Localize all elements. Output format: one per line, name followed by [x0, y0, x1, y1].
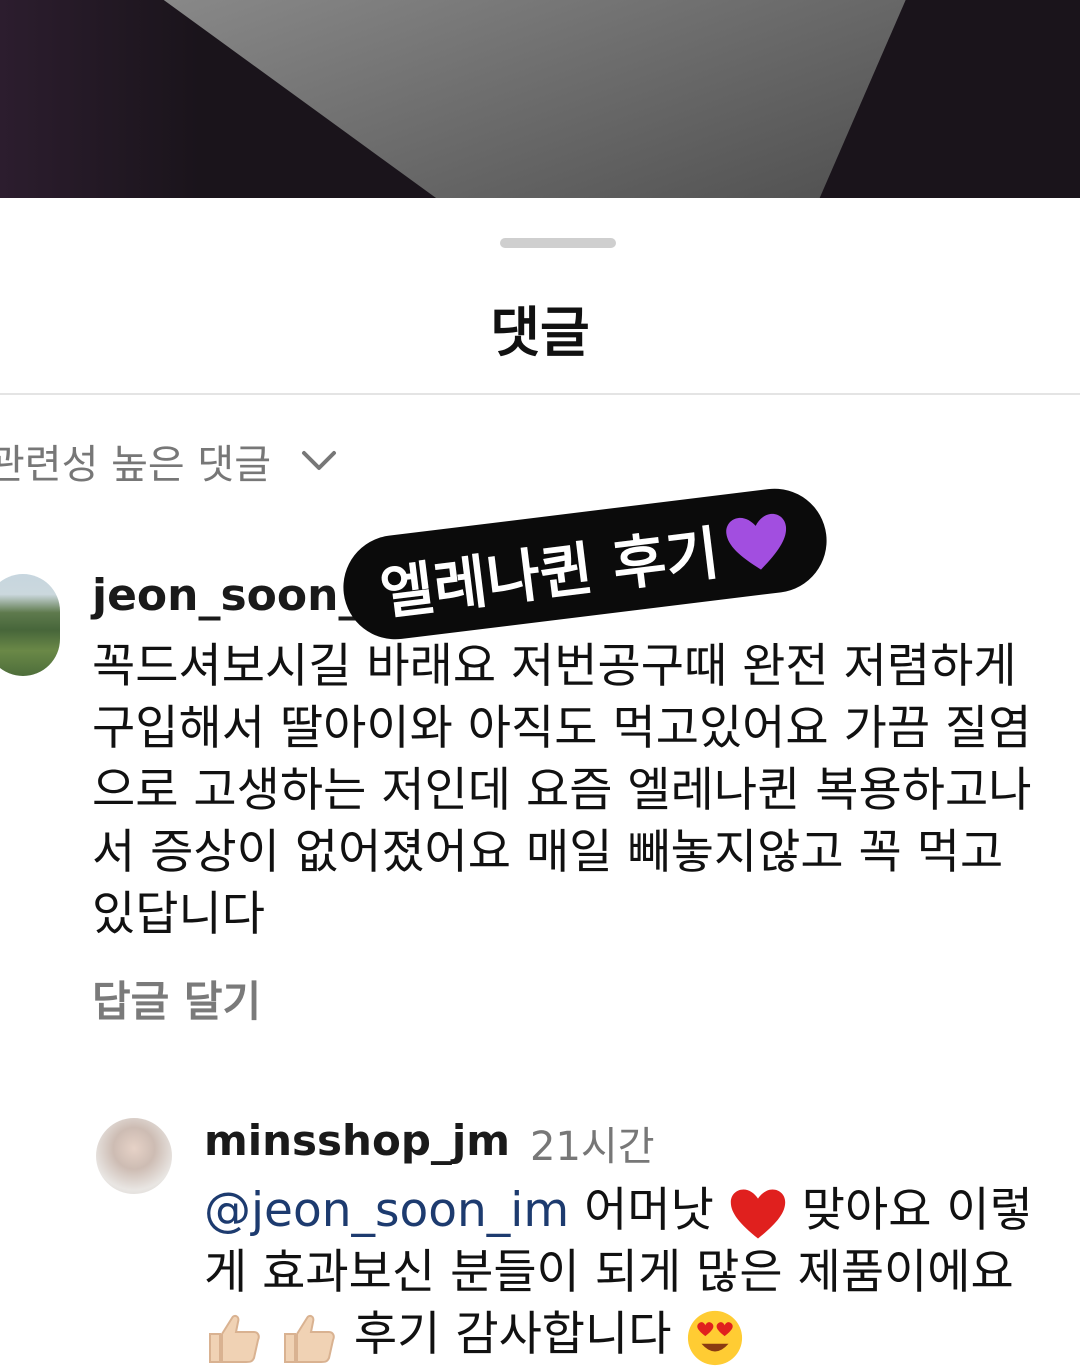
- sheet-title: 댓글: [490, 301, 590, 364]
- chevron-down-icon: [302, 451, 337, 470]
- comment-text: 꼭드셔보시길 바래요 저번공구때 완전 저렴하게 구입해서 딸아이와 아직도 먹…: [92, 639, 1032, 942]
- reply-text: @jeon_soon_im 어머낫 맞아요 이렇게 효과보신 분들이 되게 많은…: [204, 1180, 1054, 1367]
- red-heart-icon: [730, 1189, 785, 1238]
- sort-label: 관련성 높은 댓글: [0, 442, 272, 488]
- heart-eyes-icon: [688, 1310, 743, 1365]
- reply-text-c: 후기 감사합니다: [353, 1307, 672, 1362]
- thumbs-up-icon: [209, 1314, 260, 1363]
- sheet-drag-handle[interactable]: [500, 238, 616, 248]
- thumbs-up-icon: [283, 1314, 335, 1363]
- image-shadow: [0, 0, 200, 198]
- mention-link[interactable]: @jeon_soon_im: [204, 1183, 569, 1238]
- reply-avatar[interactable]: [96, 1118, 172, 1194]
- post-image: [0, 0, 1080, 198]
- commenter-username[interactable]: jeon_soon_: [92, 570, 360, 621]
- reply-username[interactable]: minsshop_jm: [204, 1116, 510, 1165]
- reply-text-a: 어머낫: [584, 1183, 714, 1238]
- reply-button[interactable]: 답글 달기: [92, 968, 261, 1029]
- sort-dropdown[interactable]: 관련성 높은 댓글: [0, 432, 337, 490]
- image-paper: [150, 0, 910, 198]
- purple-heart-icon: [726, 513, 787, 570]
- reply-timestamp: 21시간: [530, 1124, 655, 1170]
- header-divider: [0, 393, 1080, 395]
- commenter-avatar[interactable]: [0, 574, 60, 676]
